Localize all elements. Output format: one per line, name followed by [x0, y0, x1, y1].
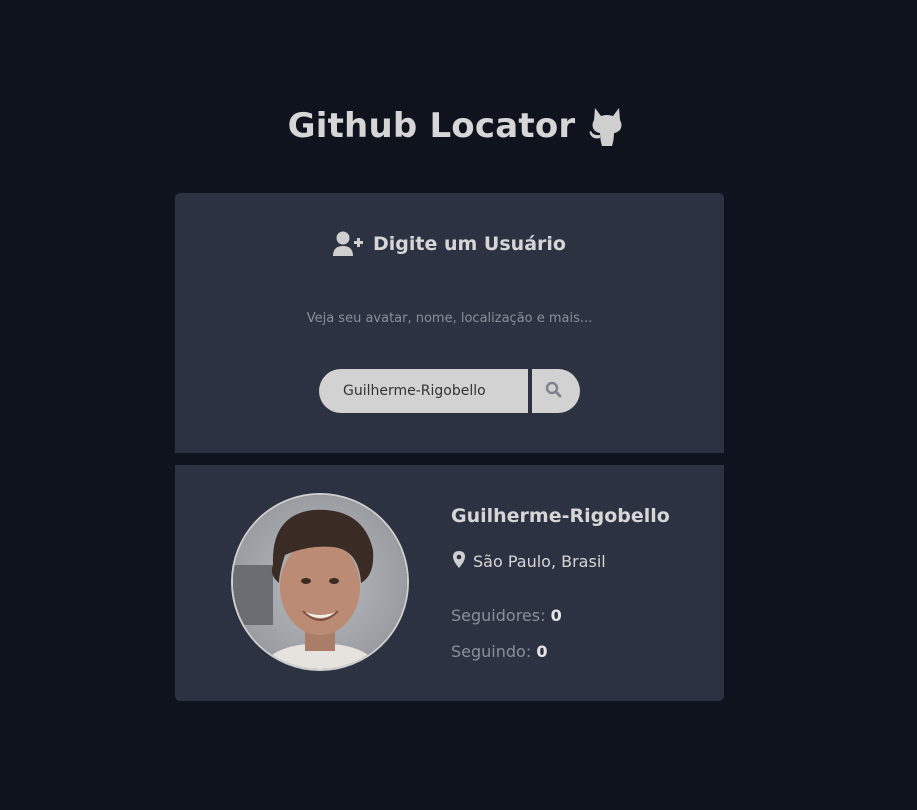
github-octocat-icon — [585, 104, 629, 148]
following-count: 0 — [536, 642, 548, 661]
search-description: Veja seu avatar, nome, localização e mai… — [306, 311, 593, 326]
following-label: Seguindo: — [451, 642, 532, 661]
avatar — [231, 493, 409, 671]
search-heading-text: Digite um Usuário — [373, 233, 566, 255]
following-stat: Seguindo: 0 — [451, 642, 547, 661]
username-search-input[interactable] — [319, 369, 528, 413]
page-title: Github Locator — [287, 106, 576, 146]
user-plus-icon — [333, 231, 364, 257]
search-card: Digite um Usuário Veja seu avatar, nome,… — [175, 193, 724, 453]
page-header: Github Locator — [0, 104, 917, 148]
profile-card: Guilherme-Rigobello São Paulo, Brasil Se… — [175, 465, 724, 701]
followers-label: Seguidores: — [451, 606, 546, 625]
location-row: São Paulo, Brasil — [453, 551, 606, 572]
location-text: São Paulo, Brasil — [473, 552, 606, 571]
followers-stat: Seguidores: 0 — [451, 606, 562, 625]
map-marker-icon — [453, 551, 465, 572]
followers-count: 0 — [550, 606, 562, 625]
search-icon — [545, 381, 562, 401]
profile-username: Guilherme-Rigobello — [451, 505, 670, 527]
search-heading: Digite um Usuário — [175, 231, 724, 257]
search-button[interactable] — [532, 369, 580, 413]
